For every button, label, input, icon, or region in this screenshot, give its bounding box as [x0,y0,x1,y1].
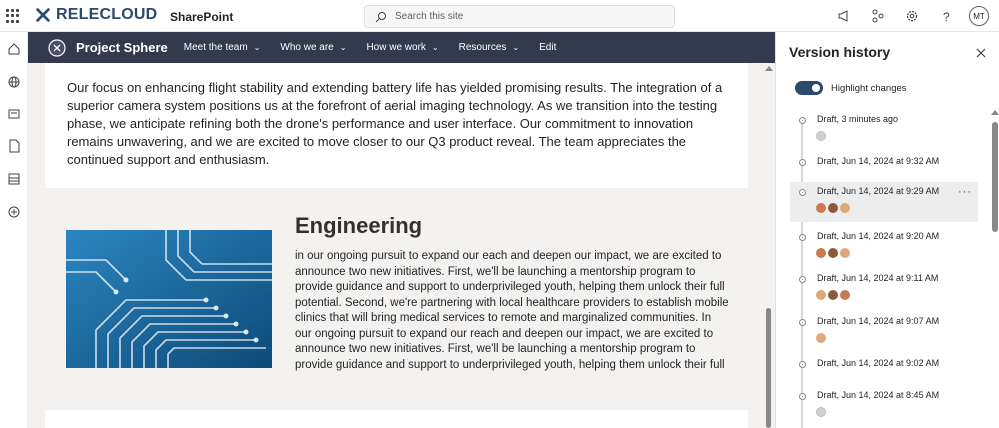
version-item-selected[interactable]: Draft, Jun 14, 2024 at 9:29 AM ··· [790,182,978,222]
timeline-dot [799,276,806,283]
avatar [816,248,826,258]
timeline-dot [799,117,806,124]
brand-logo[interactable]: RELECLOUD [34,6,157,24]
nav-item-how-we-work[interactable]: How we work ⌄ [366,42,438,53]
section-body: in our ongoing pursuit to expand our eac… [295,250,729,371]
panel-title: Version history [789,44,891,60]
nav-item-edit[interactable]: Edit [539,42,556,53]
version-label: Draft, Jun 14, 2024 at 9:02 AM [817,358,940,368]
close-icon[interactable] [975,46,989,60]
site-logo-icon[interactable] [48,38,66,57]
site-title[interactable]: Project Sphere [76,40,168,55]
avatar [816,203,826,213]
avatar [840,203,850,213]
scroll-up-icon[interactable] [765,66,773,71]
version-label: Draft, Jun 14, 2024 at 9:11 AM [817,273,939,283]
circuit-board-image [66,230,272,368]
timeline-dot [799,159,806,166]
avatar [840,290,850,300]
nav-item-resources[interactable]: Resources ⌄ [459,42,520,53]
news-icon[interactable] [7,107,21,121]
nav-item-who-we-are[interactable]: Who we are ⌄ [280,42,346,53]
brand-name: RELECLOUD [56,6,158,23]
version-history-panel: Version history Highlight changes Draft,… [775,32,999,428]
toggle-label: Highlight changes [831,83,907,94]
search-icon [375,11,386,22]
version-item[interactable]: Draft, 3 minutes ago [790,110,978,148]
avatar [816,290,826,300]
waffle-icon[interactable] [6,9,20,23]
chevron-down-icon: ⌄ [431,43,439,52]
avatar [828,290,838,300]
globe-icon[interactable] [7,75,21,89]
version-label: Draft, Jun 14, 2024 at 9:32 AM [817,156,940,166]
version-item[interactable]: Draft, Jun 14, 2024 at 9:02 AM [790,354,978,378]
page-content: Our focus on enhancing flight stability … [28,63,763,428]
more-options-icon[interactable]: ··· [958,186,972,198]
nav-label: Who we are [280,42,334,53]
list-icon[interactable] [7,172,21,186]
avatar [828,248,838,258]
version-item[interactable]: Draft, Jun 14, 2024 at 8:45 AM [790,386,978,424]
nav-item-meet-the-team[interactable]: Meet the team ⌄ [184,42,261,53]
timeline-dot [799,234,806,241]
nav-label: How we work [366,42,426,53]
avatar [828,203,838,213]
section-title: Engineering [295,213,423,238]
nav-label: Edit [539,42,557,53]
gear-icon[interactable] [901,5,923,27]
left-rail [0,32,28,428]
timeline-dot [799,319,806,326]
version-label: Draft, 3 minutes ago [817,114,899,124]
avatar [840,248,850,258]
chevron-down-icon: ⌄ [512,43,520,52]
share-icon[interactable] [867,5,889,27]
chevron-down-icon: ⌄ [339,43,347,52]
avatar [816,333,826,343]
app-name[interactable]: SharePoint [170,10,233,24]
timeline-dot [799,361,806,368]
version-item[interactable]: Draft, Jun 14, 2024 at 9:32 AM [790,152,978,176]
help-icon[interactable]: ? [935,5,957,27]
avatar [816,131,826,141]
next-web-part [45,410,748,428]
timeline-dot [799,393,806,400]
version-item[interactable]: Draft, Jun 14, 2024 at 9:20 AM [790,227,978,265]
search-box[interactable] [364,5,675,28]
avatar [816,407,826,417]
nav-label: Meet the team [183,42,248,53]
home-icon[interactable] [7,42,21,56]
chevron-down-icon: ⌄ [253,43,261,52]
version-label: Draft, Jun 14, 2024 at 9:29 AM [817,186,940,196]
scroll-thumb[interactable] [766,308,771,428]
version-label: Draft, Jun 14, 2024 at 9:20 AM [817,231,940,241]
timeline-dot [799,189,806,196]
text-web-part: Our focus on enhancing flight stability … [45,63,748,188]
user-avatar[interactable]: MT [969,6,989,26]
highlight-changes-toggle[interactable] [795,81,823,95]
page-scrollbar[interactable] [763,63,775,428]
version-item[interactable]: Draft, Jun 14, 2024 at 9:07 AM [790,312,978,350]
add-icon[interactable] [7,205,21,219]
panel-scrollbar[interactable] [992,122,998,232]
document-icon[interactable] [7,139,21,153]
nav-label: Resources [458,42,507,53]
toggle-knob [812,84,820,92]
site-navigation: Project Sphere Meet the team ⌄ Who we ar… [28,32,775,63]
panel-scroll-up-icon[interactable] [991,110,999,115]
relecloud-logo-icon [36,8,50,22]
suite-bar: RELECLOUD SharePoint ? MT [0,0,999,32]
svg-text:?: ? [943,10,950,23]
search-input[interactable] [395,11,655,22]
version-label: Draft, Jun 14, 2024 at 8:45 AM [817,390,940,400]
intro-paragraph: Our focus on enhancing flight stability … [67,80,723,167]
version-label: Draft, Jun 14, 2024 at 9:07 AM [817,316,940,326]
megaphone-icon[interactable] [833,5,855,27]
version-item[interactable]: Draft, Jun 14, 2024 at 9:11 AM [790,269,978,307]
